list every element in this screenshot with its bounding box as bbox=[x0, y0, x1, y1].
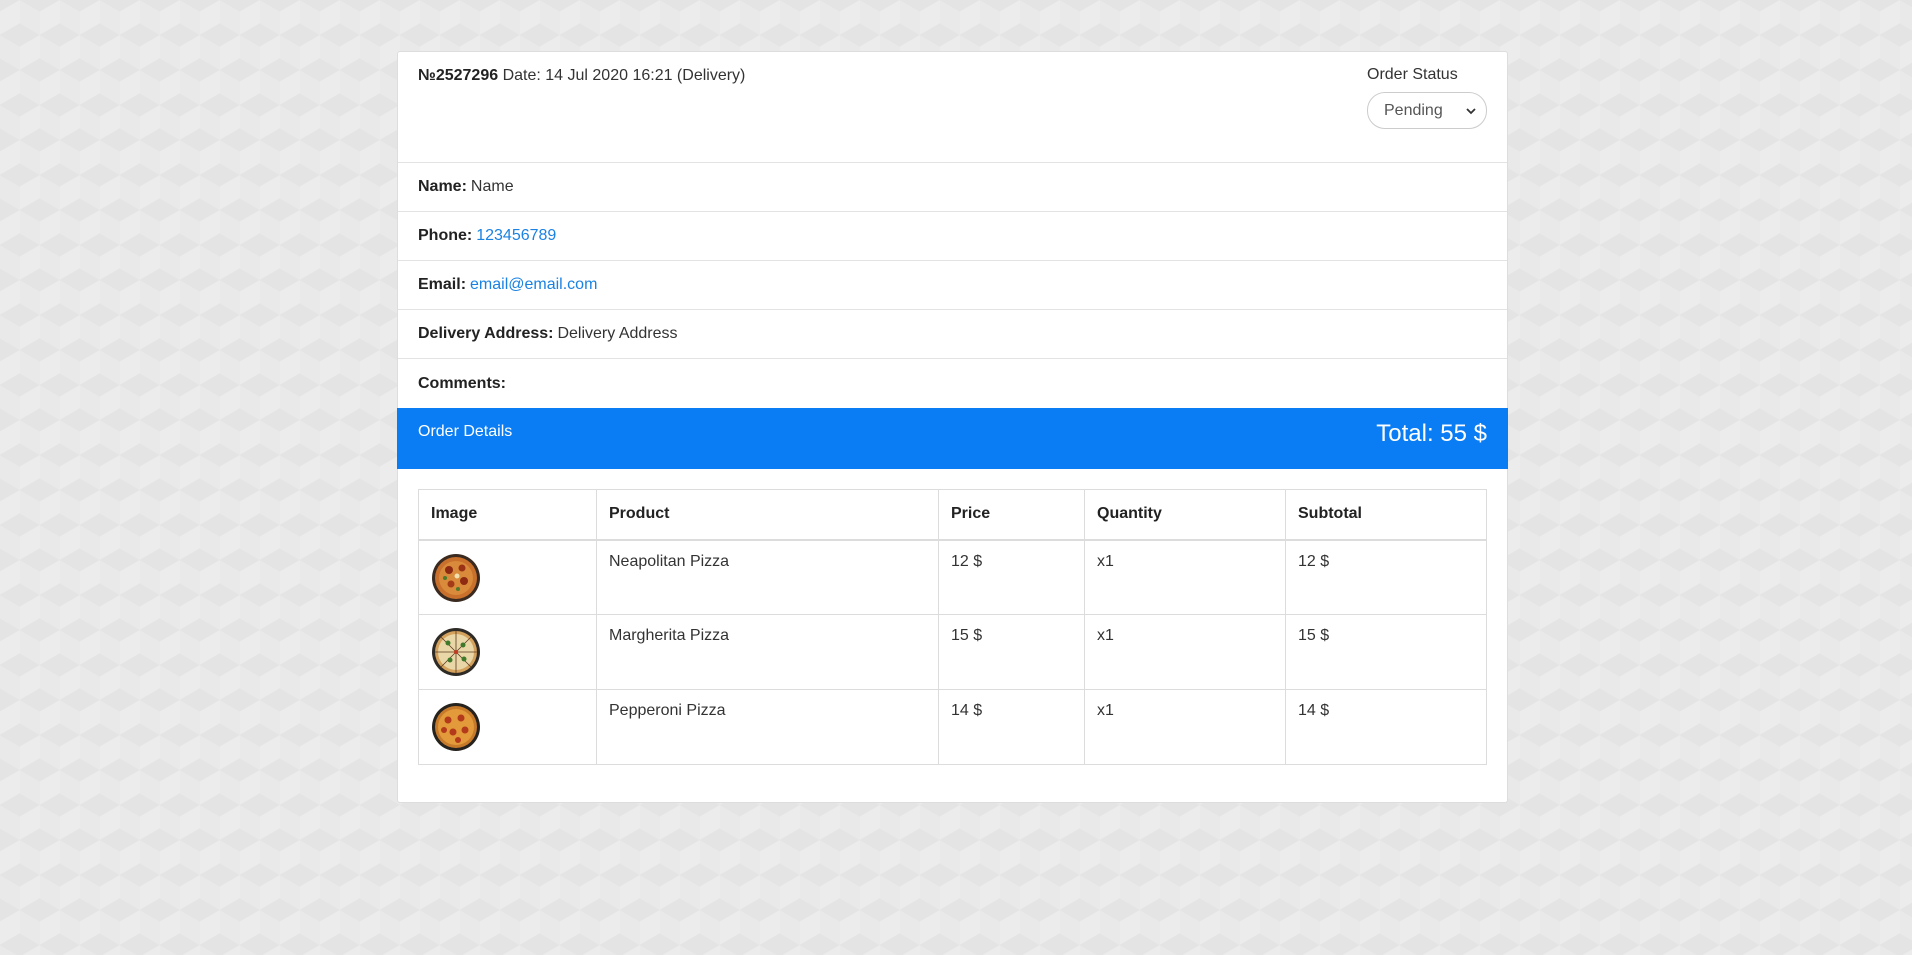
pepperoni-pizza-image bbox=[432, 703, 480, 751]
table-row: Pepperoni Pizza 14 $ x1 14 $ bbox=[418, 689, 1487, 765]
product-price: 15 $ bbox=[938, 614, 1085, 690]
product-price: 14 $ bbox=[938, 689, 1085, 765]
order-info: №2527296 Date: 14 Jul 2020 16:21 (Delive… bbox=[418, 67, 745, 85]
table-row: Neapolitan Pizza 12 $ x1 12 $ bbox=[418, 539, 1487, 615]
order-status-select[interactable]: Pending bbox=[1367, 92, 1487, 129]
customer-email-row: Email: email@email.com bbox=[398, 261, 1507, 310]
table-header-row: Image Product Price Quantity Subtotal bbox=[418, 489, 1487, 541]
delivery-address-row: Delivery Address: Delivery Address bbox=[398, 310, 1507, 359]
column-header-product: Product bbox=[596, 489, 939, 541]
customer-email-link[interactable]: email@email.com bbox=[470, 276, 597, 294]
product-name: Margherita Pizza bbox=[596, 614, 939, 690]
order-status-value: Pending bbox=[1384, 101, 1443, 119]
column-header-price: Price bbox=[938, 489, 1085, 541]
product-image-cell bbox=[418, 539, 597, 615]
product-name: Pepperoni Pizza bbox=[596, 689, 939, 765]
product-quantity: x1 bbox=[1084, 689, 1286, 765]
order-items-table: Image Product Price Quantity Subtotal Ne… bbox=[418, 489, 1487, 765]
comments-label: Comments: bbox=[418, 374, 507, 392]
column-header-quantity: Quantity bbox=[1084, 489, 1286, 541]
table-row: Margherita Pizza 15 $ x1 15 $ bbox=[418, 614, 1487, 690]
product-image-cell bbox=[418, 689, 597, 765]
order-details-title: Order Details bbox=[418, 423, 513, 440]
order-items-wrap: Image Product Price Quantity Subtotal Ne… bbox=[398, 469, 1507, 765]
customer-phone-label: Phone: bbox=[418, 227, 473, 244]
neapolitan-pizza-image bbox=[432, 553, 480, 602]
delivery-address-label: Delivery Address: bbox=[418, 325, 554, 342]
delivery-address-value: Delivery Address bbox=[557, 325, 678, 342]
customer-email-label: Email: bbox=[418, 276, 467, 293]
order-date: Date: 14 Jul 2020 16:21 (Delivery) bbox=[502, 67, 746, 84]
customer-name-row: Name: Name bbox=[398, 163, 1507, 212]
product-subtotal: 15 $ bbox=[1285, 614, 1487, 690]
product-subtotal: 14 $ bbox=[1285, 689, 1487, 765]
product-image-cell bbox=[418, 614, 597, 690]
customer-name-value: Name bbox=[470, 178, 514, 195]
comments-row: Comments: bbox=[398, 359, 1507, 408]
product-quantity: x1 bbox=[1084, 539, 1286, 615]
order-status-label: Order Status bbox=[1367, 66, 1458, 83]
margherita-pizza-image bbox=[432, 628, 480, 676]
order-total: Total: 55 $ bbox=[1376, 420, 1487, 447]
customer-name-label: Name: bbox=[418, 178, 467, 195]
customer-phone-row: Phone: 123456789 bbox=[398, 212, 1507, 261]
order-card: №2527296 Date: 14 Jul 2020 16:21 (Delive… bbox=[397, 51, 1508, 803]
column-header-image: Image bbox=[418, 489, 597, 541]
column-header-subtotal: Subtotal bbox=[1285, 489, 1487, 541]
order-header: №2527296 Date: 14 Jul 2020 16:21 (Delive… bbox=[398, 52, 1507, 163]
order-number: №2527296 bbox=[418, 67, 499, 84]
chevron-down-icon bbox=[1466, 107, 1476, 114]
customer-phone-link[interactable]: 123456789 bbox=[476, 227, 556, 245]
product-subtotal: 12 $ bbox=[1285, 539, 1487, 615]
order-status: Order Status Pending bbox=[1367, 66, 1487, 129]
product-price: 12 $ bbox=[938, 539, 1085, 615]
product-quantity: x1 bbox=[1084, 614, 1286, 690]
product-name: Neapolitan Pizza bbox=[596, 539, 939, 615]
order-details-bar: Order Details Total: 55 $ bbox=[397, 408, 1508, 469]
